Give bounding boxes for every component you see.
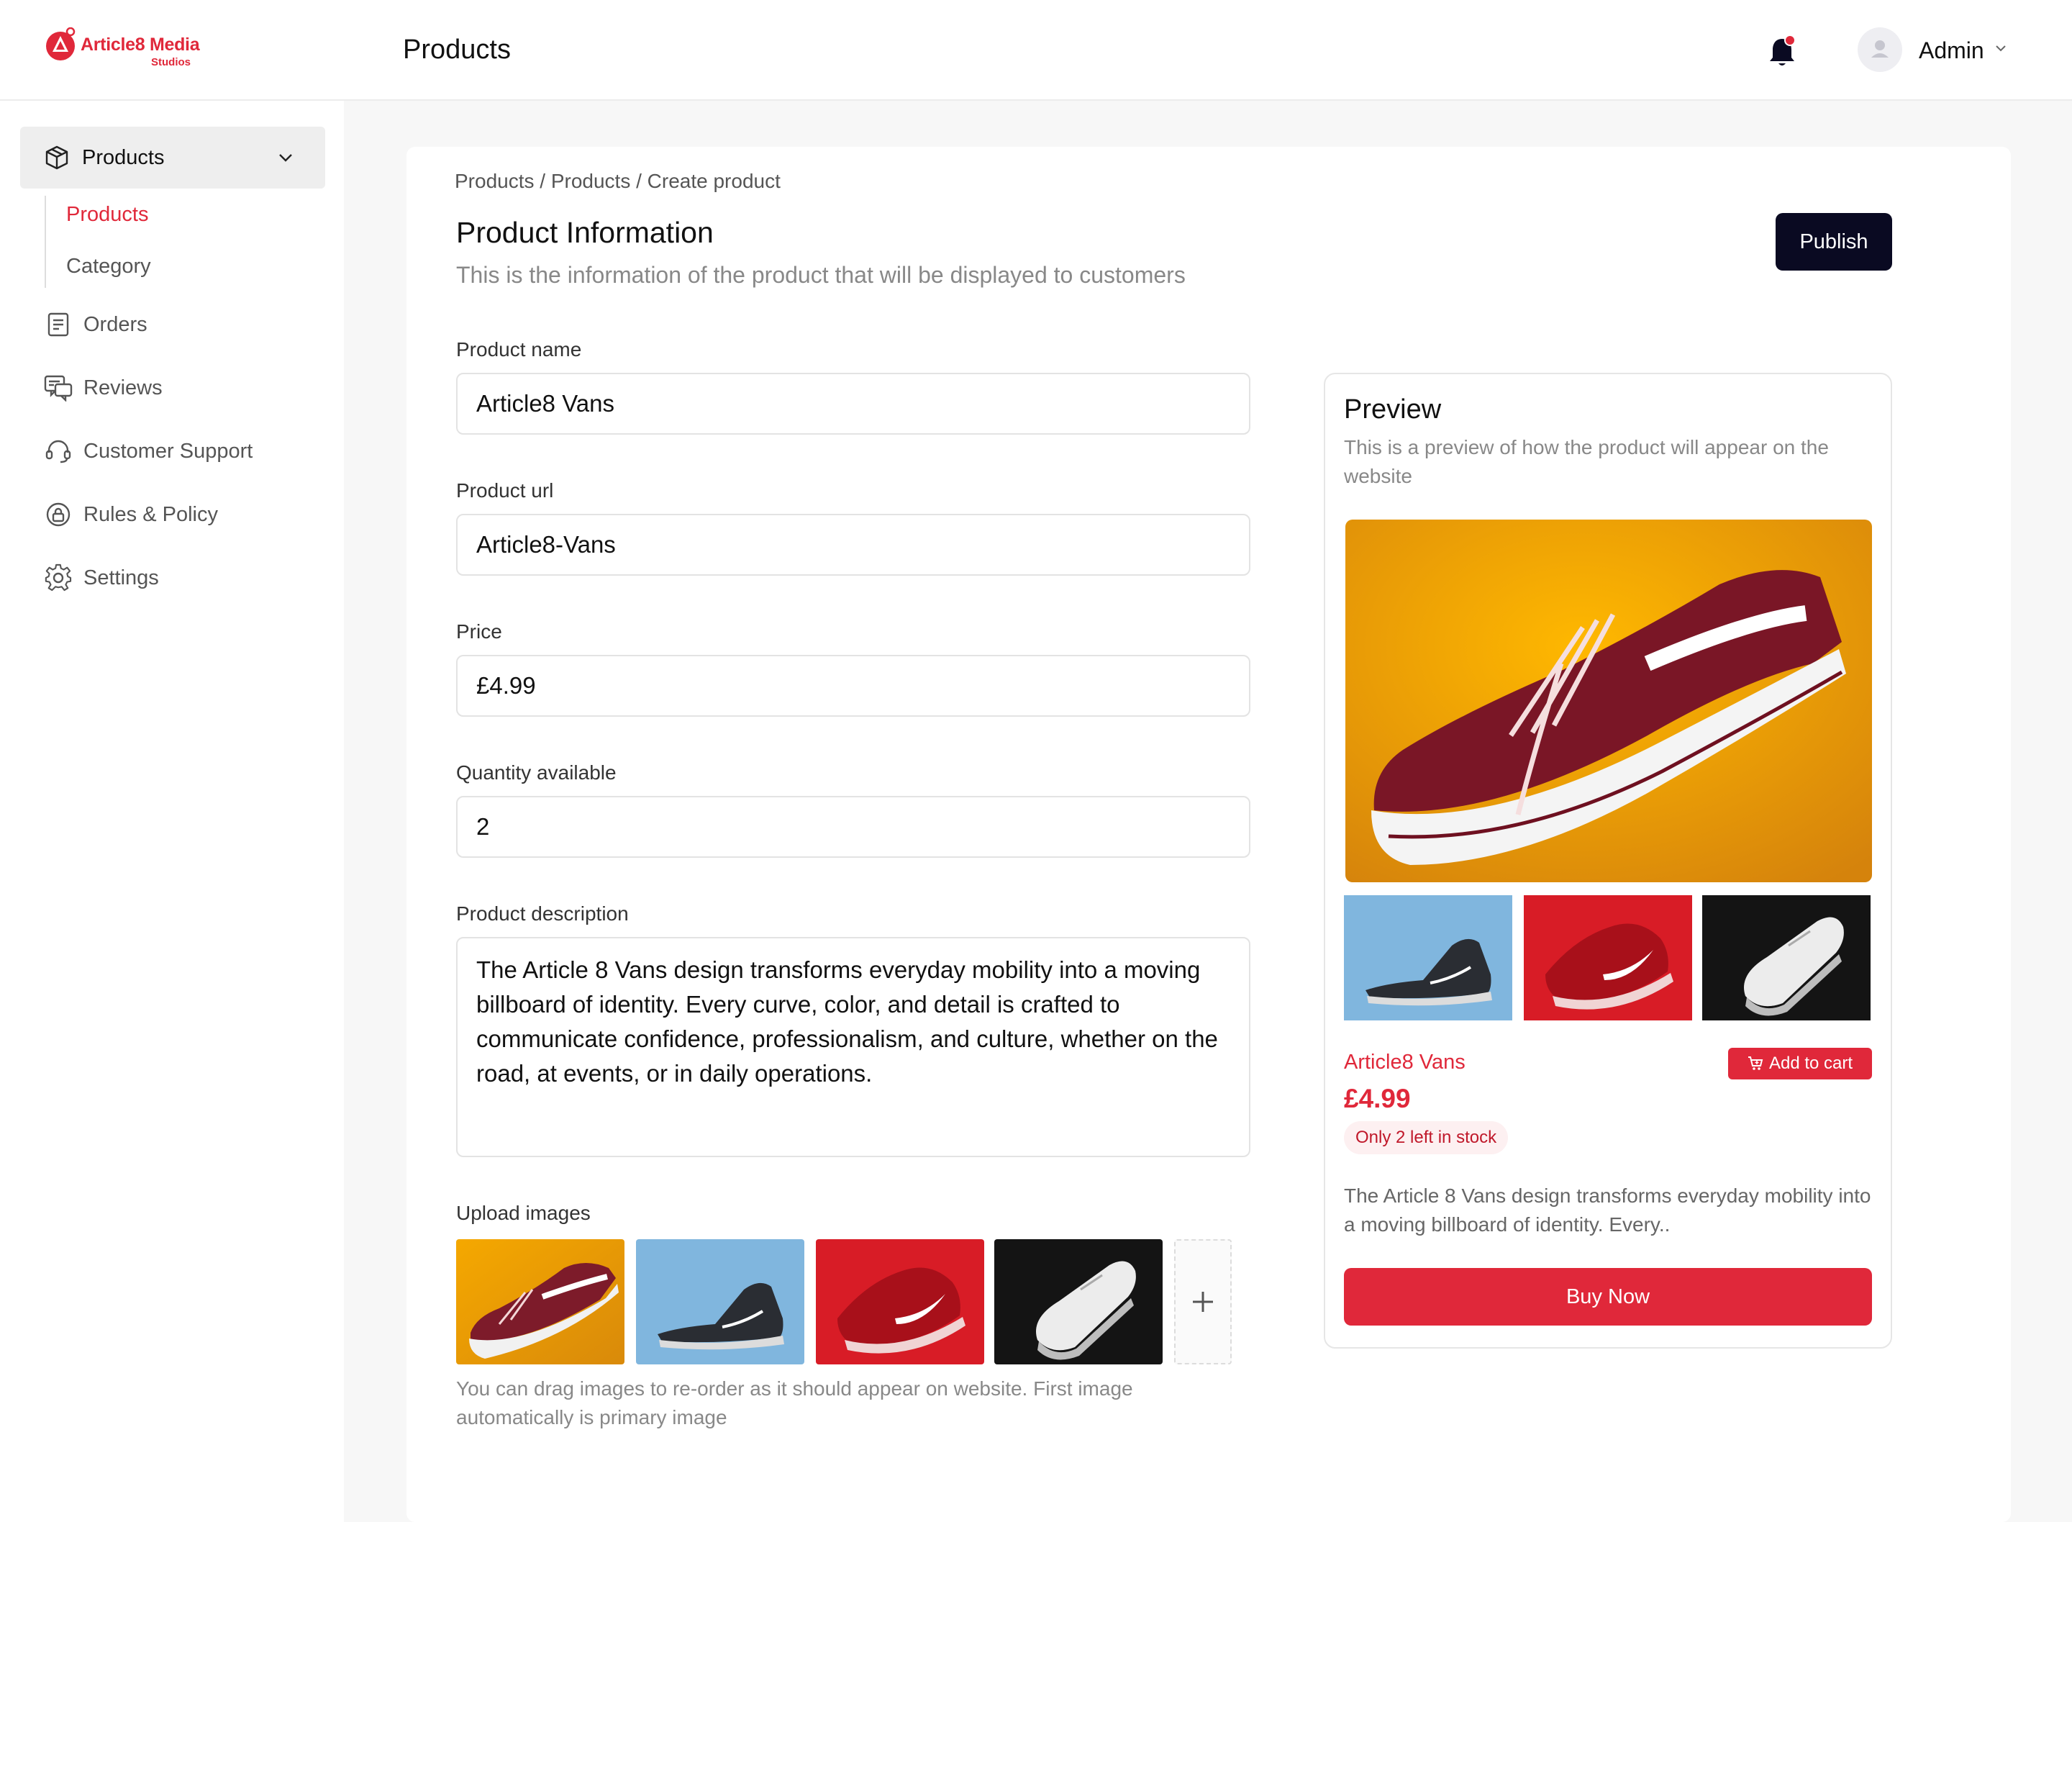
sidebar-item-label: Orders <box>83 312 147 336</box>
page-title: Products <box>403 35 511 65</box>
section-subtitle: This is the information of the product t… <box>456 262 1186 288</box>
preview-product-name[interactable]: Article8 Vans <box>1344 1051 1466 1074</box>
preview-thumb-kyrie[interactable] <box>1344 895 1512 1020</box>
submenu-line <box>45 196 46 288</box>
preview-main-image <box>1345 520 1872 882</box>
preview-thumb-white-shoe[interactable] <box>1702 895 1871 1020</box>
sidebar-item-label: Settings <box>83 566 159 589</box>
sidebar-subitem-category[interactable]: Category <box>66 255 151 278</box>
buy-now-button[interactable]: Buy Now <box>1344 1268 1872 1326</box>
orders-icon <box>43 309 73 340</box>
sidebar-item-reviews[interactable]: Reviews <box>43 370 163 406</box>
cart-icon <box>1748 1056 1763 1070</box>
upload-image-kyrie[interactable] <box>636 1239 804 1364</box>
add-to-cart-label: Add to cart <box>1768 1054 1853 1073</box>
user-name[interactable]: Admin <box>1919 37 1984 64</box>
sidebar-item-label: Reviews <box>83 376 163 399</box>
upload-label: Upload images <box>456 1202 591 1224</box>
lock-icon <box>43 499 73 530</box>
preview-price: £4.99 <box>1344 1084 1411 1113</box>
headset-icon <box>43 436 73 466</box>
chevron-down-icon[interactable] <box>276 148 295 167</box>
sidebar-subitem-products[interactable]: Products <box>66 203 148 227</box>
price-input[interactable]: £4.99 <box>456 655 1250 717</box>
sidebar-item-label: Rules & Policy <box>83 502 218 526</box>
user-icon <box>1871 40 1889 58</box>
brand-logo[interactable]: Article8 Media Studios <box>45 27 217 71</box>
reviews-icon <box>43 373 73 403</box>
preview-thumb-red-nike[interactable] <box>1524 895 1692 1020</box>
box-icon <box>42 142 72 173</box>
sidebar-item-orders[interactable]: Orders <box>43 307 147 343</box>
top-bar: Article8 Media Studios Products Admin <box>0 0 2072 101</box>
upload-image-white-shoe[interactable] <box>994 1239 1163 1364</box>
price-label: Price <box>456 620 502 643</box>
notification-bell-icon[interactable] <box>1766 35 1798 69</box>
logo-mark-icon <box>46 27 76 60</box>
sidebar: Products Products Category Orders Review… <box>0 101 344 1522</box>
product-url-label: Product url <box>456 479 554 502</box>
brand-tagline: Studios <box>151 56 191 68</box>
upload-image-red-nike[interactable] <box>816 1239 984 1364</box>
product-url-input[interactable]: Article8-Vans <box>456 514 1250 576</box>
upload-image-vans[interactable] <box>456 1239 624 1364</box>
sidebar-item-label: Customer Support <box>83 439 253 463</box>
sidebar-group-label: Products <box>82 145 165 169</box>
product-name-input[interactable]: Article8 Vans <box>456 373 1250 435</box>
description-textarea[interactable]: The Article 8 Vans design transforms eve… <box>456 937 1250 1157</box>
preview-title: Preview <box>1344 394 1442 425</box>
gear-icon <box>43 563 73 593</box>
sidebar-item-customer-support[interactable]: Customer Support <box>43 433 253 469</box>
stock-badge: Only 2 left in stock <box>1344 1121 1509 1154</box>
brand-name: Article8 Media <box>81 35 200 55</box>
quantity-label: Quantity available <box>456 761 617 784</box>
breadcrumb[interactable]: Products / Products / Create product <box>455 170 781 193</box>
sidebar-item-rules-policy[interactable]: Rules & Policy <box>43 497 218 533</box>
plus-icon <box>1193 1292 1213 1312</box>
sidebar-item-settings[interactable]: Settings <box>43 560 159 596</box>
product-name-label: Product name <box>456 338 582 361</box>
sidebar-group-products[interactable]: Products <box>20 127 325 189</box>
section-title: Product Information <box>456 216 714 249</box>
preview-subtitle: This is a preview of how the product wil… <box>1344 436 1829 487</box>
add-image-button[interactable] <box>1174 1239 1232 1364</box>
chevron-down-icon[interactable] <box>1993 40 2009 56</box>
preview-description: The Article 8 Vans design transforms eve… <box>1344 1185 1871 1236</box>
add-to-cart-button[interactable]: Add to cart <box>1728 1048 1872 1079</box>
description-label: Product description <box>456 902 629 925</box>
quantity-input[interactable]: 2 <box>456 796 1250 858</box>
upload-hint: You can drag images to re-order as it sh… <box>456 1377 1133 1428</box>
user-avatar[interactable] <box>1858 27 1902 72</box>
publish-button[interactable]: Publish <box>1776 213 1892 271</box>
